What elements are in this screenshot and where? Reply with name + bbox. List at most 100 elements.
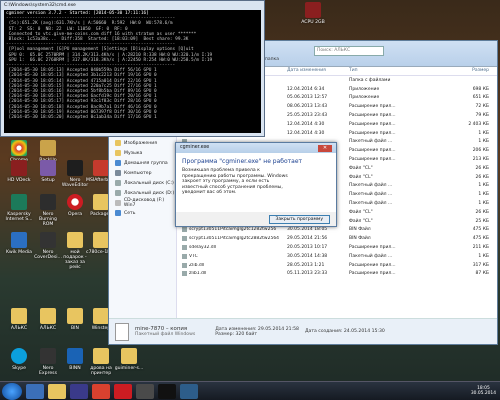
taskbar-app-icon[interactable] [158,383,176,399]
cd-drive-icon [115,200,121,206]
desktop-icon-skype[interactable]: Skype [4,348,34,371]
desktop-icon-nero-cover[interactable]: Nero CoverDesi... [33,232,63,260]
file-date: 05.11.2013 23:33 [287,271,328,277]
table-row[interactable]: sdelay32.dll 20.05.2013 10:17 Расширение п… [179,243,497,252]
file-type: Расширение прил... [349,130,396,136]
taskbar-app-icon[interactable] [48,383,66,399]
kwik-icon [11,232,27,248]
desktop-icon-guiminer[interactable]: guiminer-s... [114,348,144,371]
file-type: Расширение прил... [349,121,396,127]
column-type[interactable]: Тип [349,68,449,75]
file-size: 1 КБ [478,201,489,207]
desktop-icon-hdvdeck[interactable]: HD VDeck [4,160,34,183]
taskbar-app-icon[interactable] [26,383,44,399]
taskbar-app-icon[interactable] [136,383,154,399]
folder-icon [93,232,109,248]
desktop-icon-setup[interactable]: Setup [33,160,63,183]
nav-item[interactable]: Компьютер [109,168,176,178]
file-type: Файл "CL" [349,218,373,224]
file-name: Zlib.dll [189,262,205,268]
taskbar-app-icon[interactable] [92,383,110,399]
start-button[interactable] [2,382,22,400]
file-size: 213 КБ [472,157,489,163]
console-line: [2014-05-30 18:05:20] Accepted 0c1ab34a … [6,115,157,121]
file-date: 20.05.2013 10:17 [287,245,328,251]
file-type: Папка с файлами [349,77,391,83]
file-size: 317 КБ [472,262,489,268]
system-clock[interactable]: 18:05 30.05.2014 [471,386,500,396]
taskbar-app-icon[interactable] [180,383,198,399]
drive-icon [115,190,121,196]
file-name-cell: VTC [179,253,287,259]
file-date: 30.05.2014 14:38 [287,253,328,259]
desktop-icon-acpu[interactable]: ACPU 2GB [298,2,328,25]
nero-icon [40,194,56,210]
file-date: 29.05.2014 21:56 [287,236,328,242]
file-type: Расширение прил... [349,262,396,268]
nav-item[interactable]: Сеть [109,208,176,218]
nav-item[interactable]: Изображения [109,138,176,148]
details-size: Размер: 320 байт [215,331,258,337]
file-date: 12.04.2014 6:34 [287,86,325,92]
nav-item[interactable]: Домашняя группа [109,158,176,168]
table-row[interactable]: zlib1.dll 05.11.2013 23:33 Расширение прил… [179,270,497,279]
opera-icon [67,194,83,210]
file-type: Пакетный файл ... [349,192,393,198]
file-size: 26 КБ [475,174,489,180]
file-size: 79 КБ [475,113,489,119]
nero-icon [40,232,56,248]
nav-item[interactable]: Локальный диск (C:) [109,178,176,188]
network-icon [115,210,121,216]
file-size: 1 КБ [478,139,489,145]
desktop-icon-alks-1[interactable]: АЛЬКС [4,308,34,331]
file-name: sdelay32.dll [189,245,217,251]
file-size: 475 КБ [472,227,489,233]
homegroup-icon [115,160,121,166]
file-size: 651 КБ [472,95,489,101]
cmd-titlebar[interactable]: C:\Windows\system32\cmd.exe [1,1,264,10]
desktop-icon-alks-2[interactable]: АЛЬКС [33,308,63,331]
close-icon[interactable]: ✕ [318,145,332,152]
desktop-icon-printer-drivers[interactable]: дрова на принтер [86,348,116,376]
file-type: Файл "CL" [349,174,373,180]
file-name: scrypt130511Pitcaimglg2tc1282tw256 [189,227,277,233]
music-icon [115,150,121,156]
file-size: 1 КБ [478,183,489,189]
search-input[interactable]: Поиск: АЛЬКС [314,46,384,56]
nav-item[interactable]: Локальный диск (D:) [109,188,176,198]
folder-icon [93,308,109,324]
file-type: Расширение прил... [349,271,396,277]
desktop-icon-nero-burning[interactable]: Nero Burning ROM [33,194,63,227]
error-dialog[interactable]: cgminer.exe ✕ Программа "cgminer.exe" не… [175,142,337,227]
file-name-cell: Zlib.dll [179,262,287,268]
file-type: BIN Файл [349,227,371,233]
close-program-button[interactable]: Закрыть программу [268,214,330,224]
desktop-icon-nero-express[interactable]: Nero Express [33,348,63,376]
nav-item[interactable]: CD-дисковод (F:) Win7 [109,198,176,208]
taskbar-app-icon[interactable] [114,383,132,399]
file-name: zlib1.dll [189,271,207,277]
column-size[interactable]: Размер [449,68,489,75]
file-type: Расширение прил... [349,148,396,154]
table-row[interactable]: Zlib.dll 28.05.2013 1:21 Расширение прил..… [179,261,497,270]
file-date: 12.04.2014 4:30 [287,121,325,127]
column-date[interactable]: Дата изменения [287,68,349,75]
file-type: Файл "CL" [349,165,373,171]
table-row[interactable]: VTC 30.05.2014 14:38 Пакетный файл ... 1 КБ [179,252,497,261]
table-row[interactable]: scrypt130511Pitcaimglg2tc2882tw2564 29.05… [179,234,497,243]
file-name-cell: scrypt130511Pitcaimglg2tc1282tw256 [179,227,287,233]
file-type: BIN Файл [349,236,371,242]
desktop-icon-kwik-media[interactable]: Kwik Media [4,232,34,255]
dialog-body: Программа "cgminer.exe" не работает Возн… [176,153,336,212]
file-type: Расширение прил... [349,157,396,163]
desktop-icon-kaspersky[interactable]: Kaspersky Internet S... [4,194,34,222]
file-type: Расширение прил... [349,104,396,110]
taskbar-app-icon[interactable] [70,383,88,399]
file-icon [182,227,187,233]
clock-date: 30.05.2014 [470,391,496,396]
details-middle: Дата изменения: 29.05.2014 21:58 Размер:… [215,327,299,337]
nav-item[interactable]: Музыка [109,148,176,158]
cmd-window[interactable]: C:\Windows\system32\cmd.exe cgminer vers… [0,0,265,137]
binn-icon [67,348,83,364]
dialog-titlebar[interactable]: cgminer.exe ✕ [176,143,336,153]
